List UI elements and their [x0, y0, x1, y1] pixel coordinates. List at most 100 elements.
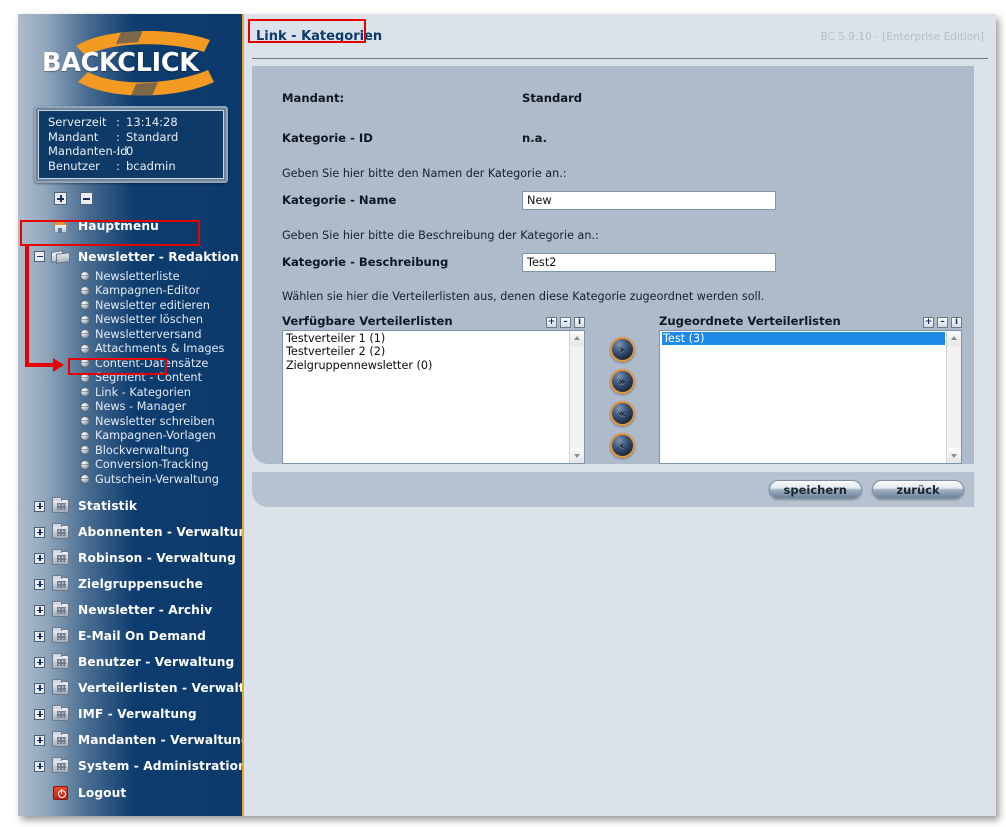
assigned-lists-listbox[interactable]: Test (3)	[659, 330, 962, 464]
info-icon[interactable]: i	[574, 317, 585, 328]
expand-icon[interactable]	[34, 500, 45, 512]
expand-icon[interactable]	[34, 656, 45, 668]
move-all-left-button[interactable]: «	[609, 401, 635, 426]
sidebar-item-label: Verteilerlisten - Verwaltung	[78, 681, 244, 695]
logo-text: BACKCLICK	[42, 48, 199, 78]
sidebar-item-robinson-verwaltung[interactable]: Robinson - Verwaltung	[18, 546, 242, 571]
assigned-lists-header: Zugeordnete Verteilerlisten + – i	[659, 311, 962, 328]
scroll-up-icon[interactable]	[947, 331, 961, 346]
expand-icon[interactable]	[34, 734, 45, 746]
sidebar-item-zielgruppensuche[interactable]: Zielgruppensuche	[18, 572, 242, 597]
sidebar-item-label: E-Mail On Demand	[78, 629, 206, 643]
sidebar-item-imf-verwaltung[interactable]: IMF - Verwaltung	[18, 702, 242, 727]
sidebar-item-newsletter-archiv[interactable]: Newsletter - Archiv	[18, 598, 242, 623]
form-row-kategorie-beschreibung: Kategorie - Beschreibung	[252, 252, 974, 272]
bullet-icon	[80, 372, 90, 383]
sidebar-subitem-newsletterliste[interactable]: Newsletterliste	[18, 269, 242, 284]
sidebar-item-mandanten-verwaltung[interactable]: Mandanten - Verwaltung	[18, 728, 242, 753]
assigned-lists-column: Zugeordnete Verteilerlisten + – i Test (…	[659, 311, 962, 464]
sidebar-item-label: Newsletter - Redaktion	[78, 249, 239, 264]
sidebar-subitem-newsletter-schreiben[interactable]: Newsletter schreiben	[18, 414, 242, 429]
info-value: 13:14:28	[126, 115, 178, 129]
sidebar-item-system-administration[interactable]: System - Administration	[18, 754, 242, 779]
scroll-down-icon[interactable]	[947, 448, 961, 463]
sidebar-item-statistik[interactable]: Statistik	[18, 494, 242, 519]
info-key: Benutzer	[48, 158, 100, 173]
collapse-all-icon[interactable]	[80, 192, 93, 205]
collapse-icon[interactable]	[34, 251, 45, 262]
sidebar-nav: Hauptmenü Newsletter - Redaktion Newslet…	[18, 213, 242, 806]
sidebar-subitem-label: Newsletterversand	[95, 327, 202, 341]
sidebar-item-label: Mandanten - Verwaltung	[78, 733, 244, 747]
info-row-serverzeit: Serverzeit : 13:14:28	[48, 115, 217, 130]
expand-icon[interactable]	[34, 630, 45, 642]
bullet-icon	[80, 300, 90, 311]
info-sep: :	[116, 144, 120, 158]
sidebar-subitem-kampagnen-vorlagen[interactable]: Kampagnen-Vorlagen	[18, 429, 242, 444]
list-item[interactable]: Test (3)	[662, 332, 945, 346]
kategorie-beschreibung-input[interactable]	[522, 252, 776, 272]
expand-icon[interactable]	[34, 760, 45, 772]
sidebar-subitem-newsletter-editieren[interactable]: Newsletter editieren	[18, 298, 242, 313]
sidebar-subitem-segment-content[interactable]: Segment - Content	[18, 371, 242, 386]
available-lists-title: Verfügbare Verteilerlisten	[282, 314, 453, 328]
sidebar-subitem-news-manager[interactable]: News - Manager	[18, 400, 242, 415]
sidebar-subitem-attachments-images[interactable]: Attachments & Images	[18, 342, 242, 357]
assigned-lists-header-buttons: + – i	[923, 317, 962, 328]
info-key: Mandant	[48, 129, 99, 144]
expand-icon[interactable]	[34, 578, 45, 590]
move-left-button[interactable]: ‹	[609, 433, 635, 458]
sidebar-subitem-label: Conversion-Tracking	[95, 458, 209, 472]
list-item[interactable]: Zielgruppennewsletter (0)	[285, 359, 568, 372]
expand-icon[interactable]	[34, 682, 45, 694]
list-item[interactable]: Testverteiler 2 (2)	[285, 345, 568, 358]
form-row-mandant: Mandant: Standard	[252, 88, 974, 108]
folder-icon	[51, 601, 71, 618]
sidebar-subitem-newsletter-loeschen[interactable]: Newsletter löschen	[18, 313, 242, 328]
tree-toolbar	[54, 192, 242, 205]
collapse-icon[interactable]: –	[937, 317, 948, 328]
available-lists-scrollbar[interactable]	[569, 331, 584, 463]
transfer-buttons: › » « ‹	[585, 311, 659, 464]
expand-all-icon[interactable]	[54, 192, 67, 205]
sidebar-item-verteilerlisten-verwaltung[interactable]: Verteilerlisten - Verwaltung	[18, 676, 242, 701]
sidebar-subitem-newsletterversand[interactable]: Newsletterversand	[18, 327, 242, 342]
collapse-icon[interactable]: –	[560, 317, 571, 328]
move-right-button[interactable]: ›	[609, 337, 635, 362]
assigned-lists-scrollbar[interactable]	[946, 331, 961, 463]
expand-icon[interactable]: +	[546, 317, 557, 328]
sidebar-subitem-label: Newsletter editieren	[95, 298, 210, 312]
dual-list-picker: Verfügbare Verteilerlisten + – i Testver…	[252, 311, 974, 464]
sidebar-subitem-kampagnen-editor[interactable]: Kampagnen-Editor	[18, 284, 242, 299]
sidebar-subitem-gutschein-verwaltung[interactable]: Gutschein-Verwaltung	[18, 472, 242, 487]
folder-icon	[51, 653, 71, 670]
sidebar-subitem-conversion-tracking[interactable]: Conversion-Tracking	[18, 458, 242, 473]
available-lists-listbox[interactable]: Testverteiler 1 (1) Testverteiler 2 (2) …	[282, 330, 585, 464]
sidebar-subitem-label: Link - Kategorien	[95, 385, 191, 399]
expand-icon[interactable]: +	[923, 317, 934, 328]
sidebar-item-hauptmenu[interactable]: Hauptmenü	[18, 213, 242, 238]
kategorie-name-label: Kategorie - Name	[282, 193, 397, 207]
sidebar-subitem-link-kategorien[interactable]: Link - Kategorien	[18, 385, 242, 400]
sidebar-item-abonnenten-verwaltung[interactable]: Abonnenten - Verwaltung	[18, 520, 242, 545]
sidebar-subitem-blockverwaltung[interactable]: Blockverwaltung	[18, 443, 242, 458]
expand-icon[interactable]	[34, 708, 45, 720]
sidebar-item-email-on-demand[interactable]: E-Mail On Demand	[18, 624, 242, 649]
available-lists-header-buttons: + – i	[546, 317, 585, 328]
list-item[interactable]: Testverteiler 1 (1)	[285, 332, 568, 345]
move-all-right-button[interactable]: »	[609, 369, 635, 394]
expand-icon[interactable]	[34, 526, 45, 538]
scroll-down-icon[interactable]	[570, 448, 584, 463]
bullet-icon	[80, 401, 90, 412]
info-icon[interactable]: i	[951, 317, 962, 328]
expand-icon[interactable]	[34, 552, 45, 564]
sidebar-item-newsletter-redaktion[interactable]: Newsletter - Redaktion	[18, 244, 242, 269]
sidebar-subitem-content-datensaetze[interactable]: Content-Datensätze	[18, 356, 242, 371]
save-button[interactable]: speichern	[768, 480, 862, 499]
back-button[interactable]: zurück	[872, 480, 964, 499]
sidebar-item-benutzer-verwaltung[interactable]: Benutzer - Verwaltung	[18, 650, 242, 675]
scroll-up-icon[interactable]	[570, 331, 584, 346]
expand-icon[interactable]	[34, 604, 45, 616]
sidebar-item-logout[interactable]: Logout	[18, 781, 242, 806]
kategorie-name-input[interactable]	[522, 190, 776, 210]
